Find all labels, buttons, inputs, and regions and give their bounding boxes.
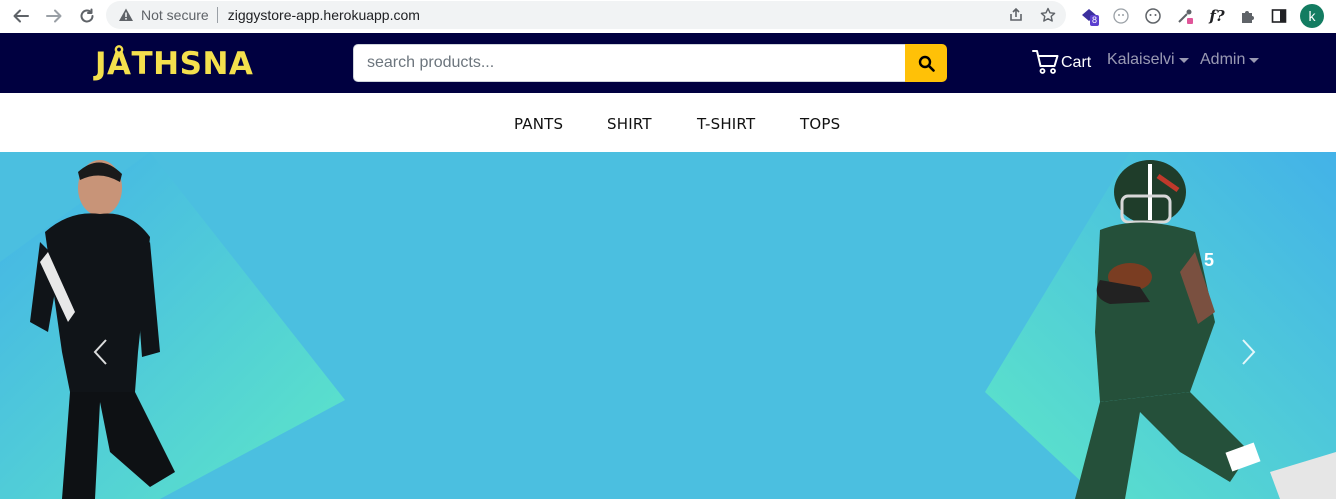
- svg-text:5: 5: [1204, 250, 1214, 270]
- forward-button[interactable]: [43, 5, 65, 27]
- site-header: JÅTHSNA Cart Kalaiselvi Admin: [0, 33, 1336, 93]
- reload-icon: [80, 8, 94, 23]
- extension-button[interactable]: [1142, 5, 1164, 27]
- extension-button[interactable]: f?: [1206, 5, 1228, 27]
- share-icon: [1010, 7, 1022, 21]
- admin-menu-label: Admin: [1200, 51, 1246, 68]
- category-pants[interactable]: PANTS: [514, 115, 563, 133]
- user-menu-label: Kalaiselvi: [1107, 51, 1175, 68]
- caret-down-icon: [1249, 57, 1260, 63]
- search-input[interactable]: [353, 44, 905, 82]
- admin-menu-dropdown[interactable]: Admin: [1200, 51, 1260, 69]
- cart-link[interactable]: Cart: [1032, 49, 1091, 75]
- hero-carousel: 5: [0, 152, 1336, 499]
- back-button[interactable]: [10, 5, 32, 27]
- bookmark-button[interactable]: [1039, 6, 1057, 24]
- extension-button[interactable]: [1110, 5, 1132, 27]
- caret-down-icon: [1178, 57, 1189, 63]
- user-menu-dropdown[interactable]: Kalaiselvi: [1107, 51, 1189, 69]
- address-bar[interactable]: Not secure ziggystore-app.herokuapp.com: [106, 1, 1066, 29]
- extension-button[interactable]: [1174, 5, 1196, 27]
- left-decor-shape: [0, 152, 345, 499]
- divider: [216, 7, 218, 23]
- browser-toolbar: Not secure ziggystore-app.herokuapp.com …: [0, 0, 1336, 33]
- site-logo[interactable]: JÅTHSNA: [95, 46, 253, 82]
- eyedropper-icon: [1178, 9, 1193, 24]
- profile-avatar[interactable]: k: [1300, 4, 1324, 28]
- category-nav: PANTS SHIRT T-SHIRT TOPS: [0, 93, 1336, 152]
- carousel-prev-button[interactable]: [86, 337, 116, 367]
- fx-icon: f?: [1209, 7, 1225, 25]
- arrow-left-icon: [13, 9, 29, 23]
- cart-label: Cart: [1061, 54, 1092, 71]
- chevron-left-icon: [93, 339, 107, 365]
- share-button[interactable]: [1007, 6, 1025, 24]
- arrow-right-icon: [46, 9, 62, 23]
- category-tops[interactable]: TOPS: [800, 115, 840, 133]
- side-panel-button[interactable]: [1268, 5, 1290, 27]
- url-text[interactable]: ziggystore-app.herokuapp.com: [228, 7, 420, 23]
- search-icon: [918, 55, 935, 72]
- extension-badge: 8: [1090, 15, 1100, 26]
- hero-background: 5: [0, 152, 1336, 499]
- reload-button[interactable]: [76, 5, 98, 27]
- side-panel-icon: [1271, 9, 1287, 23]
- carousel-next-button[interactable]: [1233, 337, 1263, 367]
- extensions-menu-button[interactable]: [1237, 5, 1259, 27]
- security-label[interactable]: Not secure: [141, 7, 209, 23]
- category-t-shirt[interactable]: T-SHIRT: [697, 115, 755, 133]
- emoji-icon: [1145, 8, 1161, 24]
- logo-text: JÅTHSNA: [95, 46, 254, 82]
- extension-button[interactable]: 8: [1078, 5, 1100, 27]
- search-bar: [353, 44, 947, 82]
- face-icon: [1113, 8, 1129, 24]
- category-shirt[interactable]: SHIRT: [607, 115, 652, 133]
- cart-icon: [1032, 50, 1059, 74]
- star-icon: [1040, 7, 1056, 22]
- search-button[interactable]: [905, 44, 947, 82]
- warning-icon: [119, 8, 133, 21]
- puzzle-icon: [1242, 11, 1254, 23]
- chevron-right-icon: [1242, 339, 1256, 365]
